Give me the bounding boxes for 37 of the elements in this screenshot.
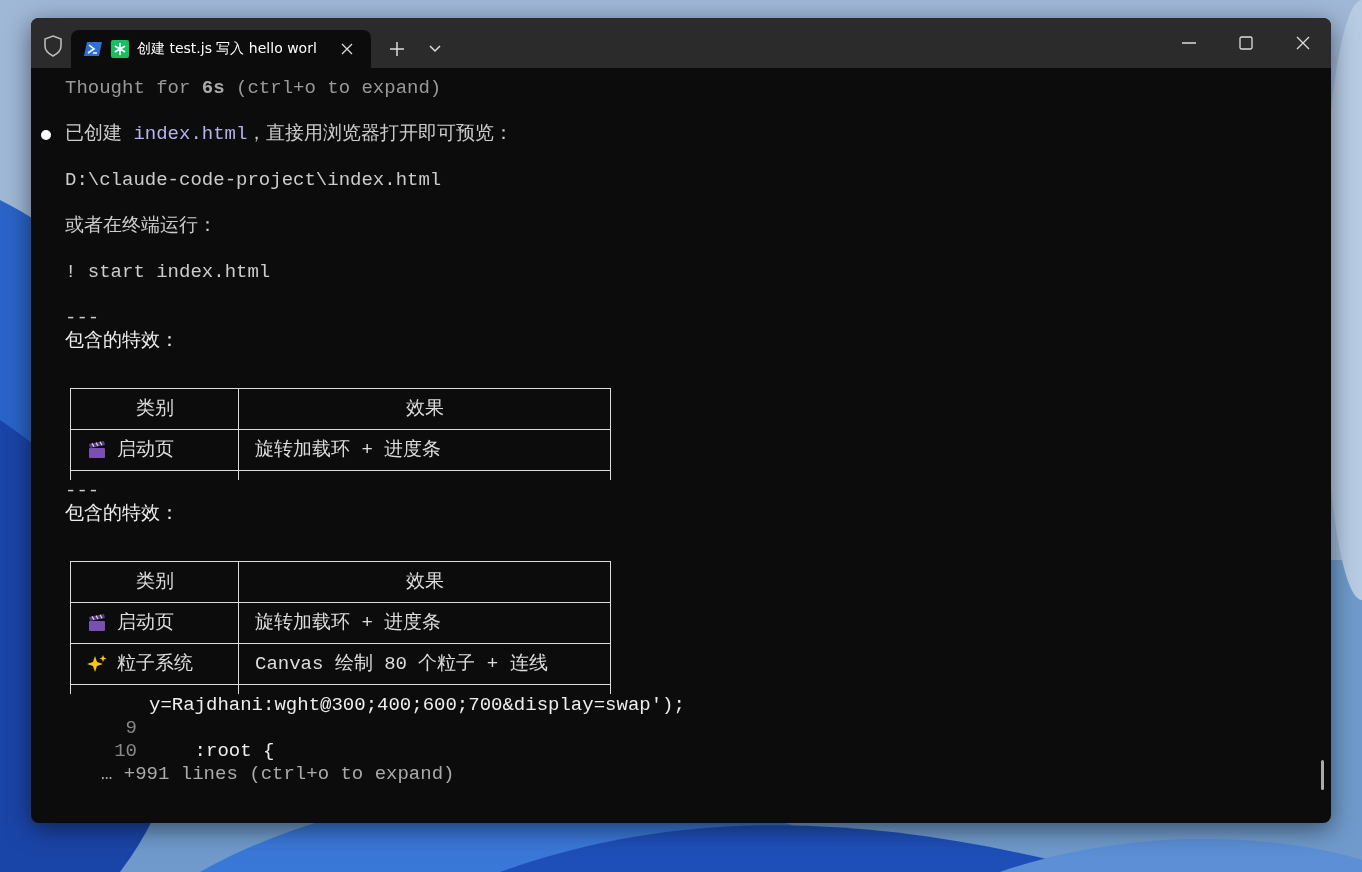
terminal-tab[interactable]: 创建 test.js 写入 hello worl [71, 30, 371, 68]
line-number: 9 [124, 717, 137, 740]
table-header: 效果 [238, 561, 611, 603]
cell-text: 粒子系统 [117, 652, 193, 676]
shield-icon[interactable] [43, 35, 63, 57]
minimize-icon [1181, 42, 1196, 44]
asterisk-icon [111, 40, 129, 58]
message-text: 已创建 index.html，直接用浏览器打开即可预览： [65, 123, 514, 146]
close-icon [1295, 36, 1310, 50]
maximize-icon [1238, 36, 1253, 50]
message-text: ! start index.html [65, 261, 271, 284]
code-line: :root { [193, 740, 275, 763]
message-text: 或者在终端运行： [65, 215, 217, 238]
thought-status: Thought for 6s (ctrl+o to expand) [65, 77, 442, 100]
table-header: 效果 [238, 388, 611, 430]
scrollbar-thumb[interactable] [1321, 760, 1324, 790]
sparkles-icon [87, 654, 107, 674]
cell-text: 启动页 [117, 438, 174, 462]
markdown-rule: --- [65, 480, 100, 503]
bullet-icon [41, 129, 51, 140]
section-heading: 包含的特效： [65, 503, 179, 526]
chevron-down-icon [429, 45, 441, 53]
message-text: D:\claude-code-project\index.html [65, 169, 442, 192]
markdown-rule: --- [65, 307, 100, 330]
powershell-icon [83, 41, 103, 57]
line-number: 10 [113, 740, 137, 763]
clapper-icon [87, 440, 107, 460]
collapsed-lines-hint: … +991 lines (ctrl+o to expand) [100, 763, 455, 786]
close-icon [341, 43, 353, 55]
plus-icon [390, 42, 404, 56]
section-heading: 包含的特效： [65, 330, 179, 353]
table-header: 类别 [70, 388, 239, 430]
code-line: y=Rajdhani:wght@300;400;600;700&display=swap'); [149, 694, 685, 717]
cell-text: 启动页 [117, 611, 174, 635]
tab-title: 创建 test.js 写入 hello worl [137, 40, 318, 58]
clapper-icon [87, 613, 107, 633]
table-header: 类别 [70, 561, 239, 603]
